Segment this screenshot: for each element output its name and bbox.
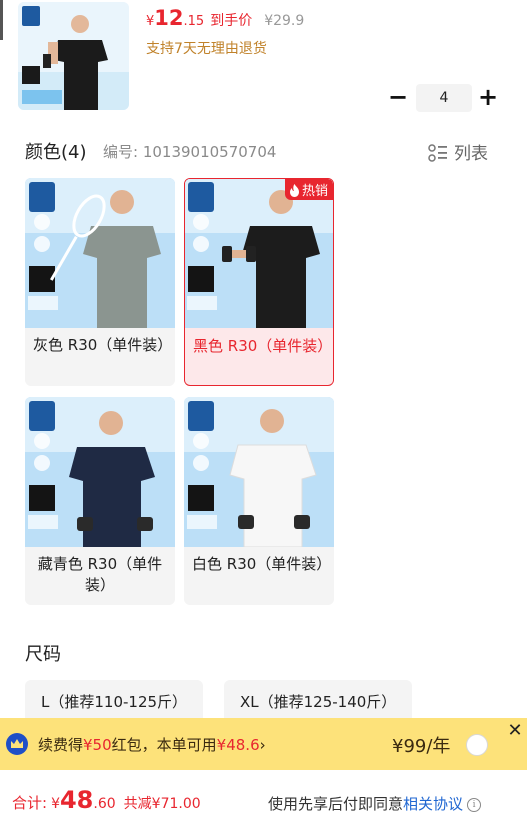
- variant-image: [185, 179, 333, 328]
- membership-promo-bar[interactable]: 续费得¥50红包，本单可用¥48.6› ¥99/年: [0, 718, 527, 770]
- list-view-toggle[interactable]: 列表: [428, 139, 488, 164]
- price-row: ¥12.15 到手价 ¥29.9: [146, 6, 304, 32]
- promo-select-radio[interactable]: [466, 734, 488, 756]
- price-integer: 12: [154, 6, 184, 30]
- checkout-bar: 合计: ¥48.60 共减¥71.00 使用先享后付即同意相关协议 i: [0, 770, 527, 835]
- chevron-right-icon: ›: [259, 736, 266, 754]
- total-integer: 48: [59, 786, 94, 814]
- variant-image: [184, 397, 334, 547]
- promo-amount-a: ¥50: [83, 736, 112, 754]
- color-option-white[interactable]: 白色 R30（单件装）: [184, 397, 334, 605]
- color-section-title: 颜色(4): [25, 142, 87, 163]
- promo-price: ¥99/年: [392, 736, 451, 757]
- variant-image: [25, 397, 175, 547]
- color-option-label: 黑色 R30（单件装）: [193, 337, 333, 355]
- order-total: 合计: ¥48.60 共减¥71.00: [12, 786, 201, 814]
- flame-icon: [289, 184, 299, 197]
- crown-icon: [6, 733, 28, 755]
- sku-code: 编号: 10139010570704: [103, 143, 277, 161]
- scroll-edge: [0, 0, 3, 40]
- payment-agreement: 使用先享后付即同意相关协议 i: [268, 793, 482, 814]
- total-decimal: .60: [93, 796, 116, 812]
- promo-text: 续费得¥50红包，本单可用¥48.6›: [38, 734, 266, 755]
- color-option-label: 白色 R30（单件装）: [192, 555, 332, 573]
- info-icon[interactable]: i: [467, 798, 482, 812]
- color-option-navy[interactable]: 藏青色 R30（单件装）: [25, 397, 175, 605]
- decrease-quantity-button[interactable]: −: [386, 84, 410, 112]
- size-section-title: 尺码: [25, 644, 61, 665]
- promo-text-b: 红包，本单可用: [111, 736, 217, 754]
- list-icon: [428, 144, 447, 162]
- quantity-value[interactable]: 4: [416, 84, 472, 112]
- price-decimal: .15: [183, 14, 205, 29]
- promo-text-a: 续费得: [38, 736, 84, 754]
- color-option-gray[interactable]: 灰色 R30（单件装）: [25, 178, 175, 386]
- list-view-label: 列表: [454, 144, 488, 164]
- product-thumbnail[interactable]: [18, 2, 129, 110]
- increase-quantity-button[interactable]: +: [476, 84, 500, 112]
- return-policy: 支持7天无理由退货: [146, 41, 267, 57]
- close-icon[interactable]: ✕: [503, 719, 527, 743]
- price-tag: 到手价: [210, 13, 253, 29]
- variant-image: [25, 178, 175, 328]
- color-option-label: 藏青色 R30（单件装）: [37, 555, 163, 594]
- agreement-link[interactable]: 相关协议: [403, 795, 463, 813]
- color-option-label: 灰色 R30（单件装）: [33, 336, 173, 354]
- total-saving: 共减¥71.00: [123, 796, 201, 812]
- hot-sale-text: 热销: [301, 184, 328, 199]
- promo-amount-b: ¥48.6: [216, 736, 260, 754]
- original-price: ¥29.9: [264, 13, 305, 29]
- total-label: 合计:: [12, 794, 48, 812]
- hot-sale-badge: 热销: [284, 179, 333, 200]
- agreement-text: 使用先享后付即同意: [268, 795, 404, 813]
- color-option-black[interactable]: 热销 黑色 R30（单件装）: [184, 178, 334, 386]
- total-symbol: ¥: [51, 796, 60, 812]
- sku-selector-sheet: ¥12.15 到手价 ¥29.9 支持7天无理由退货 − 4 + 颜色(4) 编号:…: [0, 0, 527, 835]
